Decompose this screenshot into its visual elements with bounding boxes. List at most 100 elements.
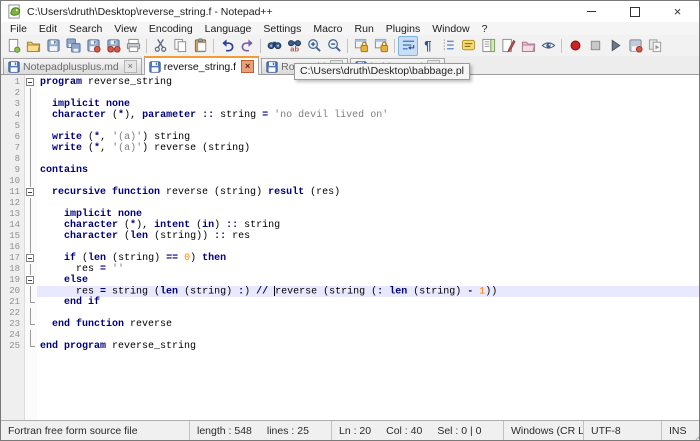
- menu-item-language[interactable]: Language: [199, 23, 258, 35]
- code-line: 9contains: [1, 165, 699, 176]
- folder-as-workspace-icon[interactable]: [518, 36, 538, 56]
- function-list-icon[interactable]: [458, 36, 478, 56]
- tab-notepadplusplus-md[interactable]: Notepadplusplus.md×: [3, 58, 142, 74]
- line-number: 8: [1, 154, 24, 165]
- fold-line: [24, 110, 37, 121]
- line-number: 12: [1, 198, 24, 209]
- stop-macro-icon[interactable]: [585, 36, 605, 56]
- run-macro-multiple-times-icon[interactable]: [645, 36, 665, 56]
- code-line: 17 if (len (string) == 0) then: [1, 253, 699, 264]
- menu-item-file[interactable]: File: [4, 23, 33, 35]
- svg-text:ab: ab: [290, 45, 299, 53]
- redo-icon[interactable]: [237, 36, 257, 56]
- fold-toggle-icon[interactable]: [24, 275, 37, 286]
- code-line: 22: [1, 308, 699, 319]
- tab-close-icon[interactable]: ×: [241, 60, 254, 73]
- code-text: character (*), parameter :: string = 'no…: [37, 110, 699, 121]
- replace-icon[interactable]: ab: [284, 36, 304, 56]
- code-text: write (*, '(a)') reverse (string): [37, 143, 699, 154]
- tab-close-icon[interactable]: ×: [124, 60, 137, 73]
- code-text: if (len (string) == 0) then: [37, 253, 699, 264]
- code-line: 21 end if: [1, 297, 699, 308]
- line-number: 23: [1, 319, 24, 330]
- tab-reverse-string-f[interactable]: reverse_string.f×: [144, 56, 259, 75]
- code-text: [37, 176, 699, 187]
- word-wrap-icon[interactable]: [398, 36, 418, 56]
- fold-toggle-icon[interactable]: [24, 187, 37, 198]
- code-line: 3 implicit none: [1, 99, 699, 110]
- zoom-out-icon[interactable]: [324, 36, 344, 56]
- toolbar-separator: [347, 39, 348, 53]
- save-icon[interactable]: [43, 36, 63, 56]
- code-text: [37, 121, 699, 132]
- line-number: 20: [1, 286, 24, 297]
- sync-horizontal-scroll-icon[interactable]: [371, 36, 391, 56]
- menu-item-edit[interactable]: Edit: [33, 23, 63, 35]
- window-controls: ×: [570, 1, 699, 22]
- line-number: 1: [1, 77, 24, 88]
- fold-line: [24, 99, 37, 110]
- code-text: res = string (len (string) :) // reverse…: [37, 286, 699, 297]
- paste-icon[interactable]: [190, 36, 210, 56]
- sync-vertical-scroll-icon[interactable]: [351, 36, 371, 56]
- fold-toggle-icon[interactable]: [24, 253, 37, 264]
- fold-toggle-icon[interactable]: [24, 77, 37, 88]
- code-text: [37, 198, 699, 209]
- code-line: 14 character (*), intent (in) :: string: [1, 220, 699, 231]
- menu-item-help[interactable]: ?: [476, 23, 494, 35]
- minimize-button[interactable]: [570, 1, 613, 22]
- toolbar-separator: [146, 39, 147, 53]
- code-editor[interactable]: 1program reverse_string23 implicit none4…: [1, 75, 699, 420]
- undo-icon[interactable]: [217, 36, 237, 56]
- fold-line: [24, 132, 37, 143]
- menu-item-run[interactable]: Run: [349, 23, 380, 35]
- code-text: end if: [37, 297, 699, 308]
- toolbar-separator: [394, 39, 395, 53]
- resize-grip-icon[interactable]: [693, 427, 700, 440]
- svg-text:¶: ¶: [424, 38, 431, 53]
- copy-icon[interactable]: [170, 36, 190, 56]
- open-file-icon[interactable]: [23, 36, 43, 56]
- save-macro-icon[interactable]: [625, 36, 645, 56]
- document-map-icon[interactable]: [478, 36, 498, 56]
- monitoring-icon[interactable]: [538, 36, 558, 56]
- close-file-icon[interactable]: [83, 36, 103, 56]
- line-number: 22: [1, 308, 24, 319]
- fold-line: [24, 121, 37, 132]
- record-macro-icon[interactable]: [565, 36, 585, 56]
- save-all-icon[interactable]: [63, 36, 83, 56]
- zoom-in-icon[interactable]: [304, 36, 324, 56]
- code-text: write (*, '(a)') string: [37, 132, 699, 143]
- doc-type-status: Fortran free form source file: [1, 421, 189, 440]
- playback-macro-icon[interactable]: [605, 36, 625, 56]
- code-line: 20 res = string (len (string) :) // reve…: [1, 286, 699, 297]
- line-number: 6: [1, 132, 24, 143]
- saved-file-icon: [149, 61, 161, 73]
- close-all-icon[interactable]: [103, 36, 123, 56]
- menu-item-macro[interactable]: Macro: [307, 23, 348, 35]
- line-number: 3: [1, 99, 24, 110]
- find-icon[interactable]: [264, 36, 284, 56]
- line-number: 15: [1, 231, 24, 242]
- menu-item-plugins[interactable]: Plugins: [380, 23, 426, 35]
- new-file-icon[interactable]: [3, 36, 23, 56]
- doc-size-status: length : 548lines : 25: [189, 421, 331, 440]
- code-line: 13 implicit none: [1, 209, 699, 220]
- document-switcher-icon[interactable]: [498, 36, 518, 56]
- fold-line: [24, 231, 37, 242]
- menu-item-search[interactable]: Search: [63, 23, 108, 35]
- menu-bar: FileEditSearchViewEncodingLanguageSettin…: [1, 22, 699, 35]
- menu-item-view[interactable]: View: [108, 23, 143, 35]
- print-icon[interactable]: [123, 36, 143, 56]
- maximize-icon: [630, 7, 640, 17]
- close-button[interactable]: ×: [656, 1, 699, 22]
- menu-item-settings[interactable]: Settings: [257, 23, 307, 35]
- fold-line: [24, 242, 37, 253]
- show-all-characters-icon[interactable]: ¶: [418, 36, 438, 56]
- cut-icon[interactable]: [150, 36, 170, 56]
- fold-line: [24, 264, 37, 275]
- menu-item-encoding[interactable]: Encoding: [143, 23, 199, 35]
- menu-item-window[interactable]: Window: [426, 23, 475, 35]
- indent-guide-icon[interactable]: [438, 36, 458, 56]
- maximize-button[interactable]: [613, 1, 656, 22]
